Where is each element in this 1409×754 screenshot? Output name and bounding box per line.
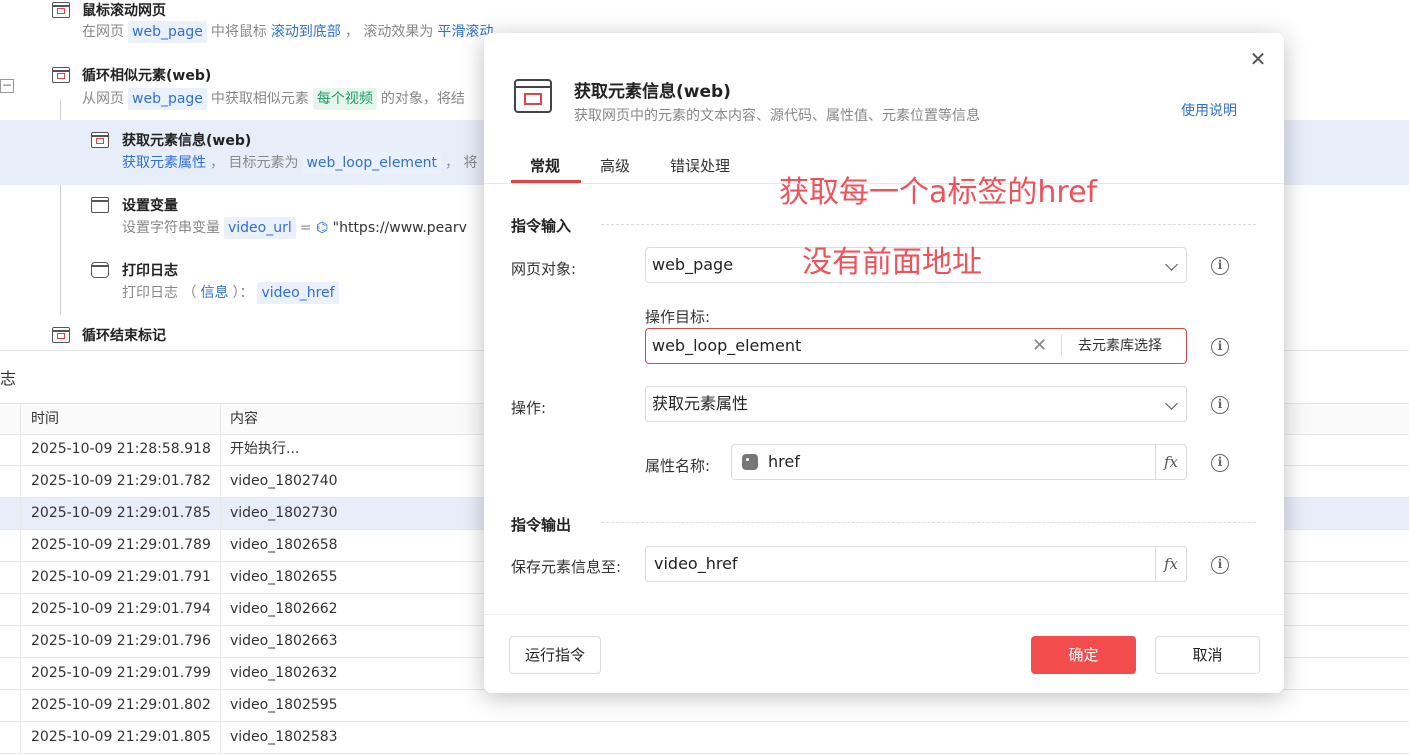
target-label: 操作目标: (645, 308, 711, 326)
loop-element-icon (52, 67, 70, 83)
loop-end-icon (52, 327, 70, 343)
tab-general[interactable]: 常规 (530, 155, 560, 176)
divider (601, 224, 1256, 225)
log-title: 志 (0, 369, 17, 388)
printer-icon (91, 262, 109, 278)
column-header-content[interactable]: 内容 (230, 404, 258, 435)
run-command-button[interactable]: 运行指令 (509, 636, 601, 674)
help-link[interactable]: 使用说明 (1181, 100, 1237, 120)
param-link[interactable]: 获取元素属性 (122, 155, 206, 171)
element-info-icon (91, 132, 109, 148)
tab-error-handling[interactable]: 错误处理 (670, 155, 730, 176)
chevron-down-icon (1165, 397, 1178, 410)
section-output-title: 指令输出 (511, 516, 572, 534)
flow-item-desc: 在网页 web_page 中将鼠标 滚动到底部， 滚动效果为 平滑滚动 (82, 21, 497, 43)
info-icon[interactable]: i (1211, 454, 1229, 472)
var-tag[interactable]: video_url (224, 217, 296, 239)
table-row[interactable]: 2025-10-09 21:29:01.805 video_1802583 (0, 722, 1409, 754)
var-tag[interactable]: video_href (257, 282, 339, 304)
element-info-icon (514, 79, 552, 113)
expr-text: "https://www.pearv (332, 220, 467, 236)
fx-icon[interactable]: fx (1155, 547, 1186, 581)
clear-icon[interactable]: ✕ (1032, 329, 1047, 363)
chevron-down-icon (1165, 258, 1178, 271)
annotation-text: 获取每一个a标签的href (779, 175, 1098, 210)
close-icon[interactable]: ✕ (1248, 49, 1268, 69)
cancel-button[interactable]: 取消 (1155, 636, 1260, 674)
element-info-dialog: ✕ 获取元素信息(web) 获取网页中的元素的文本内容、源代码、属性值、元素位置… (484, 33, 1284, 693)
dialog-title: 获取元素信息(web) (574, 82, 731, 102)
target-input[interactable]: web_loop_element ✕ 去元素库选择 (645, 328, 1187, 364)
info-icon[interactable]: i (1211, 257, 1229, 275)
confirm-button[interactable]: 确定 (1031, 636, 1136, 674)
python-icon (742, 454, 758, 470)
flow-item-title: 鼠标滚动网页 (82, 3, 166, 19)
save-to-label: 保存元素信息至: (511, 558, 622, 576)
info-icon[interactable]: i (1211, 396, 1229, 414)
var-tag[interactable]: web_page (128, 88, 207, 110)
attribute-name-input[interactable]: href fx (731, 444, 1187, 480)
footer-divider (484, 614, 1284, 615)
pick-from-library-button[interactable]: 去元素库选择 (1061, 335, 1162, 357)
column-header-time[interactable]: 时间 (31, 404, 59, 435)
dialog-subtitle: 获取网页中的元素的文本内容、源代码、属性值、元素位置等信息 (574, 108, 980, 124)
attribute-name-label: 属性名称: (645, 457, 711, 475)
operation-select[interactable]: 获取元素属性 (645, 386, 1187, 422)
flow-item-desc: 从网页 web_page 中获取相似元素 每个视频 的对象，将结 (82, 88, 465, 110)
fx-icon[interactable]: fx (1155, 445, 1186, 479)
info-icon[interactable]: i (1211, 556, 1229, 574)
web-object-label: 网页对象: (511, 260, 577, 278)
table-row[interactable]: 2025-10-09 21:29:01.802 video_1802595 (0, 690, 1409, 722)
save-to-input[interactable]: video_href fx (645, 546, 1187, 582)
param-link[interactable]: 滚动到底部 (271, 24, 341, 40)
flow-item-desc: 设置字符串变量 video_url = ⌬ "https://www.pearv (122, 217, 467, 239)
flow-item-title: 设置变量 (122, 198, 178, 214)
var-tag[interactable]: web_page (128, 21, 207, 43)
flow-item-title: 获取元素信息(web) (122, 133, 252, 149)
flow-item-title: 循环结束标记 (82, 328, 166, 344)
flow-item-desc: 获取元素属性， 目标元素为 web_loop_element， 将 (122, 152, 478, 174)
tab-advanced[interactable]: 高级 (600, 155, 630, 176)
info-icon[interactable]: i (1211, 338, 1229, 356)
flow-item-desc: 打印日志 （信息）： video_href (122, 282, 343, 304)
divider (601, 522, 1256, 523)
var-tag[interactable]: web_loop_element (302, 152, 442, 174)
flow-item-title: 循环相似元素(web) (82, 68, 212, 84)
annotation-text: 没有前面地址 (802, 245, 982, 280)
python-icon: ⌬ (315, 220, 329, 236)
operation-label: 操作: (511, 399, 547, 417)
section-input-title: 指令输入 (511, 217, 572, 235)
scroll-mouse-icon (52, 2, 70, 18)
variable-fx-icon (91, 197, 109, 213)
flow-item-title: 打印日志 (122, 263, 178, 279)
param-link[interactable]: 信息 (200, 285, 228, 301)
element-tag[interactable]: 每个视频 (312, 88, 377, 110)
